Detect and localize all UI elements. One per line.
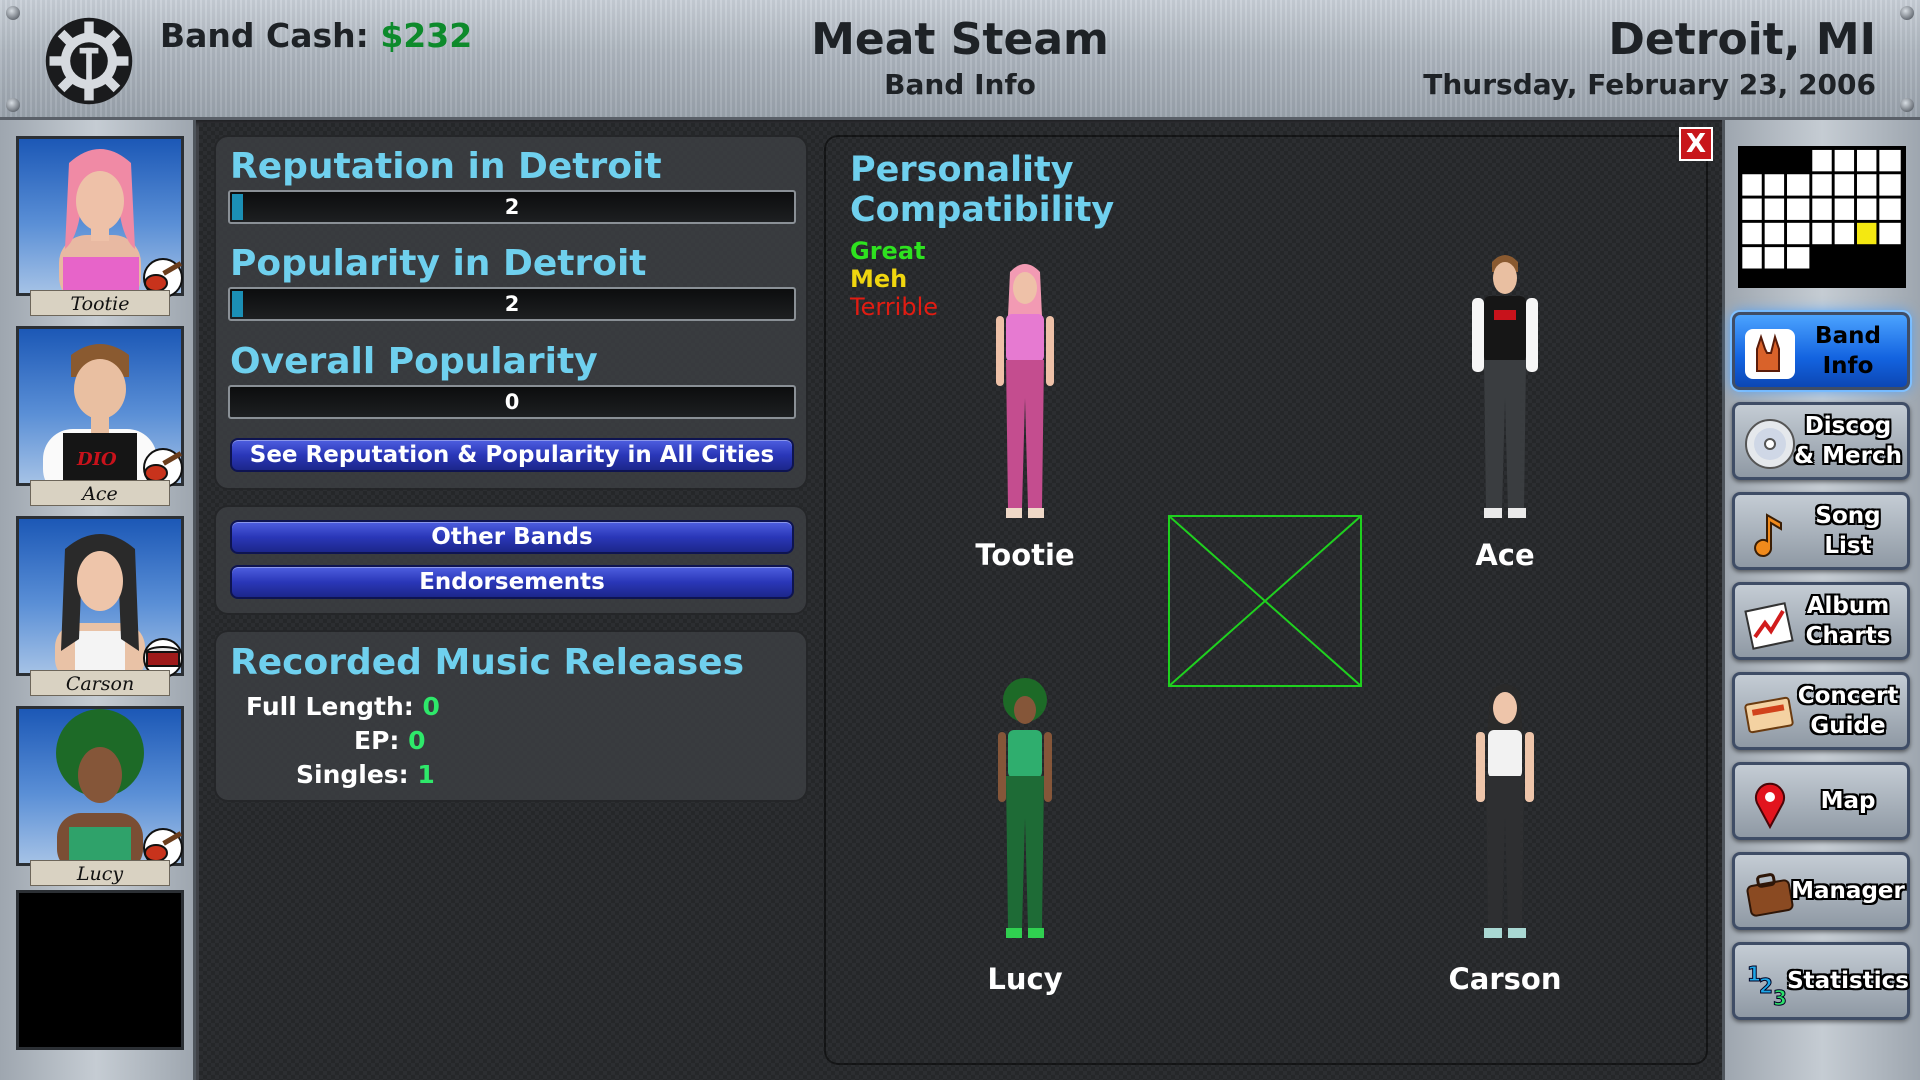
other-bands-button[interactable]: Other Bands: [230, 520, 794, 554]
current-date: Thursday, February 23, 2006: [1423, 68, 1876, 101]
compatibility-title-line2: Compatibility: [850, 190, 1115, 230]
minimap-current-location: [1856, 222, 1877, 245]
svg-text:3: 3: [1773, 986, 1787, 1010]
overall-popularity-value: 0: [504, 390, 520, 414]
singles-row: Singles: 1: [296, 760, 435, 789]
reputation-title: Reputation in Detroit: [230, 146, 662, 187]
compatibility-title-line1: Personality: [850, 150, 1074, 190]
chart-icon: [1744, 602, 1794, 650]
member-name: Carson: [30, 670, 170, 696]
nav-concert-guide-label: Concert Guide: [1797, 683, 1899, 739]
nav-map-button[interactable]: Map: [1732, 762, 1910, 840]
endorsements-button[interactable]: Endorsements: [230, 565, 794, 599]
empty-member-slot[interactable]: [16, 890, 184, 1050]
ep-value: 0: [408, 726, 426, 755]
reputation-value: 2: [504, 195, 520, 219]
nav-album-charts-button[interactable]: Album Charts: [1732, 582, 1910, 660]
reputation-bar: 2: [228, 190, 796, 224]
nav-album-charts-label: Album Charts: [1805, 593, 1891, 649]
ep-label: EP:: [354, 726, 400, 755]
band-members-sidebar: Tootie DIO Ace Carson Lucy: [0, 120, 196, 1080]
full-length-label: Full Length:: [246, 692, 414, 721]
nav-concert-guide-button[interactable]: Concert Guide: [1732, 672, 1910, 750]
nav-manager-label: Manager: [1791, 878, 1905, 904]
nav-song-list-button[interactable]: Song List: [1732, 492, 1910, 570]
figure-label-ace: Ace: [1475, 538, 1535, 572]
music-note-icon: [1754, 513, 1782, 557]
figure-label-tootie: Tootie: [975, 538, 1075, 572]
figure-label-carson: Carson: [1448, 962, 1562, 996]
cd-icon: [1745, 419, 1795, 469]
current-city: Detroit, MI: [1608, 14, 1876, 65]
compatibility-links: [1168, 515, 1362, 687]
legend-great: Great: [850, 237, 926, 265]
nav-discog-merch-button[interactable]: Discog & Merch: [1732, 402, 1910, 480]
full-length-value: 0: [422, 692, 440, 721]
nav-statistics-button[interactable]: 1 2 3 Statistics: [1732, 942, 1910, 1020]
ep-row: EP: 0: [354, 726, 426, 755]
legend-terrible: Terrible: [850, 293, 938, 321]
map-pin-icon: [1755, 782, 1785, 830]
svg-text:2: 2: [1759, 974, 1773, 998]
figure-tootie[interactable]: [970, 258, 1080, 528]
singles-label: Singles:: [296, 760, 409, 789]
nav-map-label: Map: [1820, 788, 1876, 814]
member-card-carson[interactable]: Carson: [16, 516, 184, 696]
nav-band-info-label: Band Info: [1815, 323, 1881, 379]
minimap[interactable]: [1738, 146, 1906, 288]
member-name: Lucy: [30, 860, 170, 886]
member-card-ace[interactable]: DIO Ace: [16, 326, 184, 506]
popularity-bar: 2: [228, 287, 796, 321]
all-cities-button[interactable]: See Reputation & Popularity in All Citie…: [230, 438, 794, 472]
overall-popularity-bar: 0: [228, 385, 796, 419]
singles-value: 1: [417, 760, 435, 789]
figure-ace[interactable]: [1450, 248, 1560, 518]
member-name: Tootie: [30, 290, 170, 316]
figure-carson[interactable]: [1450, 678, 1560, 948]
full-length-row: Full Length: 0: [246, 692, 440, 721]
close-button[interactable]: X: [1679, 127, 1713, 161]
nav-band-info-button[interactable]: Band Info: [1732, 312, 1910, 390]
overall-popularity-title: Overall Popularity: [230, 341, 598, 382]
releases-title: Recorded Music Releases: [230, 642, 745, 683]
popularity-title: Popularity in Detroit: [230, 243, 647, 284]
member-name: Ace: [30, 480, 170, 506]
figure-label-lucy: Lucy: [987, 962, 1063, 996]
member-card-tootie[interactable]: Tootie: [16, 136, 184, 316]
legend-meh: Meh: [850, 265, 908, 293]
nav-discog-merch-label: Discog & Merch: [1794, 413, 1902, 469]
rock-hand-icon: [1745, 329, 1795, 379]
svg-text:DIO: DIO: [76, 449, 117, 470]
nav-statistics-label: Statistics: [1787, 968, 1909, 994]
popularity-value: 2: [504, 292, 520, 316]
nav-song-list-label: Song List: [1815, 503, 1881, 559]
top-header: Band Cash: $232 Meat Steam Band Info Det…: [0, 0, 1920, 120]
briefcase-icon: [1746, 873, 1794, 917]
nav-manager-button[interactable]: Manager: [1732, 852, 1910, 930]
member-card-lucy[interactable]: Lucy: [16, 706, 184, 886]
figure-lucy[interactable]: [970, 678, 1080, 948]
ticket-icon: [1744, 696, 1794, 734]
